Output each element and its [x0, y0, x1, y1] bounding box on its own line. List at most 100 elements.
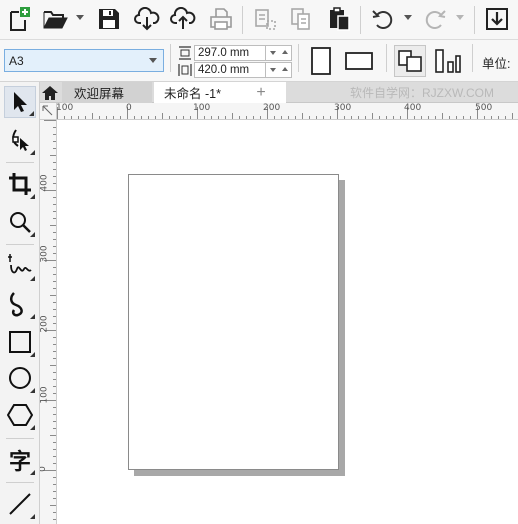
diagonal-line-icon	[9, 493, 31, 515]
toolbar-divider	[360, 6, 361, 34]
page-height-icon	[178, 64, 192, 76]
page-height-field[interactable]: 420.0 mm	[194, 62, 266, 78]
flyout-indicator	[30, 514, 35, 519]
page-width-value: 297.0 mm	[198, 47, 250, 59]
pick-tool[interactable]	[4, 86, 36, 118]
watermark-text: 软件自学网：RJZXW.COM	[350, 86, 494, 100]
redo-button[interactable]	[420, 4, 450, 34]
chevron-down-icon[interactable]	[270, 68, 276, 72]
rectangle-tool[interactable]	[4, 326, 36, 358]
toolbox-divider	[6, 162, 34, 163]
import-button[interactable]	[482, 4, 512, 34]
toolbox-divider	[6, 482, 34, 483]
add-tab-button[interactable]: +	[252, 84, 270, 101]
open-button[interactable]	[40, 4, 70, 34]
redo-icon	[425, 10, 446, 29]
undo-icon	[372, 10, 393, 29]
ruler-label: 100	[193, 103, 211, 113]
current-page-button[interactable]	[432, 45, 464, 77]
chevron-down-icon[interactable]	[270, 51, 276, 55]
ruler-label: 400	[40, 174, 50, 192]
page-bars-icon	[435, 49, 461, 73]
artistic-media-tool[interactable]	[4, 288, 36, 320]
chevron-down-icon[interactable]	[149, 58, 157, 63]
ruler-label: 300	[40, 245, 50, 263]
flyout-indicator	[29, 111, 34, 116]
chevron-down-icon[interactable]	[76, 15, 84, 20]
home-tab[interactable]	[40, 82, 60, 103]
toolbar-divider	[474, 6, 475, 34]
crop-tool[interactable]	[4, 168, 36, 200]
portrait-page-icon	[311, 47, 331, 75]
curve-icon	[10, 292, 23, 317]
vertical-ruler[interactable]: 400 300 200 100 0	[40, 120, 57, 524]
ruler-label: 300	[334, 103, 352, 113]
toolbar-divider	[242, 6, 243, 34]
shape-tool[interactable]	[4, 124, 36, 156]
ellipse-icon	[9, 367, 31, 389]
flyout-indicator	[30, 276, 35, 281]
polygon-tool[interactable]	[4, 399, 36, 431]
paste-button[interactable]	[324, 4, 354, 34]
ruler-label: 500	[475, 103, 493, 113]
ruler-label: 400	[404, 103, 422, 113]
landscape-button[interactable]	[343, 45, 375, 77]
page-size-value: A3	[9, 53, 24, 68]
save-button[interactable]	[94, 4, 124, 34]
portrait-button[interactable]	[305, 45, 337, 77]
tab-welcome-screen[interactable]: 欢迎屏幕	[62, 82, 152, 103]
flyout-indicator	[30, 232, 35, 237]
print-button[interactable]	[206, 4, 236, 34]
flyout-indicator	[30, 194, 35, 199]
cut-button[interactable]	[250, 4, 280, 34]
chevron-down-icon[interactable]	[456, 15, 464, 20]
undo-button[interactable]	[368, 4, 398, 34]
page-width-icon	[179, 46, 191, 60]
download-button[interactable]	[132, 4, 162, 34]
flyout-indicator	[30, 314, 35, 319]
propbar-divider	[386, 44, 387, 72]
rectangle-icon	[9, 331, 31, 353]
magnifier-icon	[10, 212, 31, 233]
tab-document-label: 未命名 -1*	[164, 87, 221, 101]
ruler-origin-icon	[42, 105, 53, 116]
printer-icon	[210, 8, 232, 30]
flyout-indicator	[30, 150, 35, 155]
copy-button[interactable]	[286, 4, 316, 34]
ellipse-tool[interactable]	[4, 362, 36, 394]
new-document-icon	[10, 7, 30, 31]
property-bar: A3 297.0 mm 420.0 mm 单位:	[0, 40, 518, 82]
freehand-tool[interactable]	[4, 250, 36, 282]
propbar-divider	[298, 44, 299, 72]
text-icon: 字	[8, 450, 31, 475]
flyout-indicator	[30, 425, 35, 430]
copy-icon	[291, 8, 310, 30]
toolbox-divider	[6, 244, 34, 245]
page-height-stepper[interactable]	[266, 62, 292, 78]
text-tool[interactable]: 字	[4, 444, 36, 476]
flyout-indicator	[30, 470, 35, 475]
chevron-up-icon[interactable]	[282, 50, 288, 54]
ruler-origin-corner[interactable]	[40, 103, 57, 120]
home-icon	[42, 85, 58, 100]
shape-edit-icon	[12, 129, 29, 151]
chevron-up-icon[interactable]	[282, 67, 288, 71]
crop-icon	[9, 173, 31, 195]
page-width-stepper[interactable]	[266, 45, 292, 61]
tab-welcome-label: 欢迎屏幕	[74, 87, 125, 101]
zoom-tool[interactable]	[4, 206, 36, 238]
new-document-button[interactable]	[4, 4, 34, 34]
all-pages-button[interactable]	[394, 45, 426, 77]
upload-button[interactable]	[168, 4, 198, 34]
units-label: 单位:	[482, 57, 511, 71]
hexagon-icon	[7, 404, 33, 426]
horizontal-ruler[interactable]: 100 0 100 200 300 400 500	[57, 103, 518, 120]
line-tool[interactable]	[4, 488, 36, 520]
standard-toolbar	[0, 0, 518, 40]
chevron-down-icon[interactable]	[404, 15, 412, 20]
ruler-label: 0	[126, 103, 132, 113]
page-width-field[interactable]: 297.0 mm	[194, 45, 266, 61]
ruler-label: 200	[263, 103, 281, 113]
page-size-select[interactable]: A3	[4, 49, 164, 72]
document-page[interactable]	[128, 174, 339, 470]
